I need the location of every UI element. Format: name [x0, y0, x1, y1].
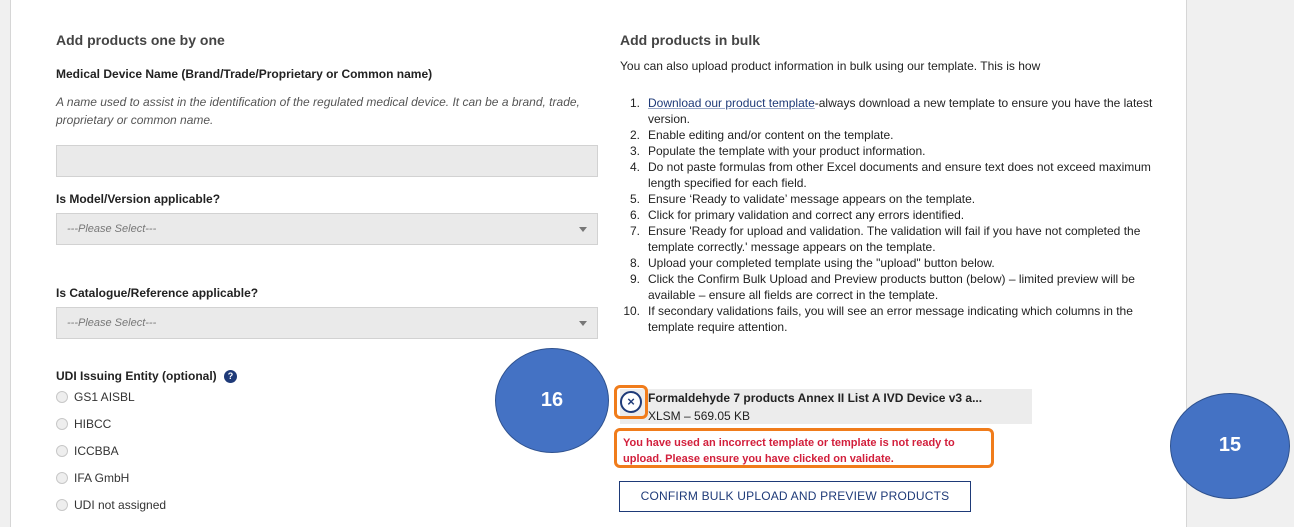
chevron-down-icon: [579, 321, 587, 326]
radio-circle-icon[interactable]: [56, 417, 68, 430]
catalogue-reference-select-value: ---Please Select---: [67, 317, 157, 329]
radio-circle-icon[interactable]: [56, 444, 68, 457]
download-template-link[interactable]: Download our product template: [648, 96, 815, 110]
instruction-step: 9. Click the Confirm Bulk Upload and Prev…: [629, 272, 1135, 302]
model-version-label: Is Model/Version applicable?: [56, 192, 221, 206]
udi-entity-label-text: UDI Issuing Entity (optional): [56, 369, 217, 383]
catalogue-reference-select[interactable]: ---Please Select---: [56, 307, 598, 339]
instruction-step: 1. Download our product template-always d…: [629, 96, 1153, 126]
radio-option-hibcc[interactable]: HIBCC: [56, 416, 111, 434]
instruction-list: 1. Download our product template-always d…: [620, 95, 1160, 335]
callout-badge-15: 15: [1170, 393, 1290, 499]
uploaded-file-meta: XLSM – 569.05 KB: [648, 409, 751, 423]
instruction-step: 8. Upload your completed template using t…: [629, 256, 995, 270]
radio-option-label: GS1 AISBL: [74, 389, 135, 404]
instruction-step: 3. Populate the template with your produc…: [629, 144, 926, 158]
confirm-bulk-upload-button[interactable]: CONFIRM BULK UPLOAD AND PREVIEW PRODUCTS: [619, 481, 971, 512]
device-name-label: Medical Device Name (Brand/Trade/Proprie…: [56, 67, 433, 81]
udi-entity-label: UDI Issuing Entity (optional) ?: [56, 369, 238, 384]
radio-circle-icon[interactable]: [56, 471, 68, 484]
callout-badge-16: 16: [495, 348, 609, 453]
catalogue-reference-label: Is Catalogue/Reference applicable?: [56, 286, 259, 300]
instruction-step: 6. Click for primary validation and corre…: [629, 208, 965, 222]
radio-option-label: HIBCC: [74, 416, 112, 431]
radio-circle-icon[interactable]: [56, 498, 68, 511]
section-title-single: Add products one by one: [56, 32, 225, 48]
uploaded-file-name: Formaldehyde 7 products Annex II List A …: [648, 391, 983, 405]
section-title-bulk: Add products in bulk: [620, 32, 760, 48]
instruction-step: 2. Enable editing and/or content on the t…: [629, 128, 894, 142]
radio-option-gs1[interactable]: GS1 AISBL: [56, 389, 135, 407]
radio-option-iccbba[interactable]: ICCBBA: [56, 443, 119, 461]
radio-option-ifa[interactable]: IFA GmbH: [56, 470, 129, 488]
highlight-box-remove-file: [614, 385, 648, 419]
upload-error-message: You have used an incorrect template or t…: [614, 428, 994, 468]
radio-option-udi-not-assigned[interactable]: UDI not assigned: [56, 497, 166, 515]
radio-option-label: ICCBBA: [74, 443, 119, 458]
model-version-select[interactable]: ---Please Select---: [56, 213, 598, 245]
help-icon[interactable]: ?: [224, 370, 238, 384]
bulk-intro-text: You can also upload product information …: [620, 59, 1041, 73]
device-name-input[interactable]: [56, 145, 598, 177]
device-name-hint: A name used to assist in the identificat…: [56, 95, 580, 127]
radio-option-label: IFA GmbH: [74, 470, 130, 485]
radio-circle-icon[interactable]: [56, 390, 68, 403]
radio-option-label: UDI not assigned: [74, 497, 167, 512]
instruction-step: 10. If secondary validations fails, you w…: [623, 304, 1133, 334]
model-version-select-value: ---Please Select---: [67, 223, 157, 235]
instruction-step: 4. Do not paste formulas from other Excel…: [629, 160, 1151, 190]
instruction-step: 7. Ensure 'Ready for upload and validatio…: [629, 224, 1141, 254]
instruction-step: 5. Ensure ‘Ready to validate’ message app…: [629, 192, 976, 206]
chevron-down-icon: [579, 227, 587, 232]
